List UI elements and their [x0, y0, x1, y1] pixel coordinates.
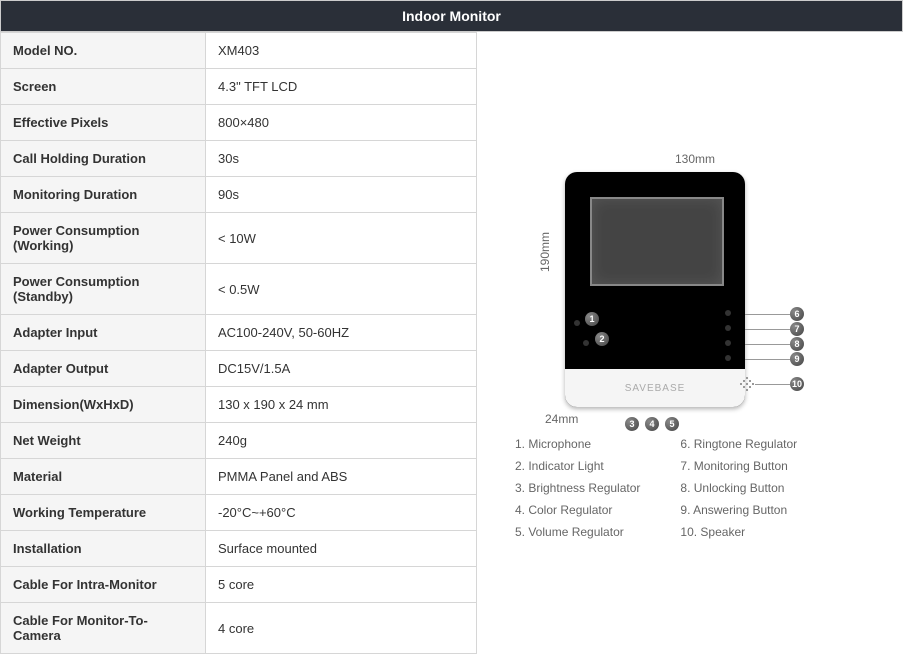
spec-label: Dimension(WxHxD) [1, 387, 206, 423]
table-row: Dimension(WxHxD)130 x 190 x 24 mm [1, 387, 477, 423]
table-row: InstallationSurface mounted [1, 531, 477, 567]
spec-value: 30s [206, 141, 477, 177]
spec-value: PMMA Panel and ABS [206, 459, 477, 495]
table-row: Call Holding Duration30s [1, 141, 477, 177]
callout-9: 9 [790, 352, 804, 366]
callout-6: 6 [790, 307, 804, 321]
spec-label: Net Weight [1, 423, 206, 459]
legend-item: 4. Color Regulator [515, 503, 640, 517]
legend-item: 2. Indicator Light [515, 459, 640, 473]
device-dot [574, 320, 580, 326]
legend-item: 5. Volume Regulator [515, 525, 640, 539]
legend-item: 10. Speaker [680, 525, 797, 539]
spec-label: Power Consumption (Working) [1, 213, 206, 264]
spec-label: Adapter Input [1, 315, 206, 351]
spec-label: Monitoring Duration [1, 177, 206, 213]
spec-value: 5 core [206, 567, 477, 603]
legend-item: 1. Microphone [515, 437, 640, 451]
spec-label: Power Consumption (Standby) [1, 264, 206, 315]
table-row: Adapter InputAC100-240V, 50-60HZ [1, 315, 477, 351]
table-row: Cable For Monitor-To-Camera4 core [1, 603, 477, 654]
spec-value: 90s [206, 177, 477, 213]
legend-item: 7. Monitoring Button [680, 459, 797, 473]
callout-7: 7 [790, 322, 804, 336]
legend: 1. Microphone 2. Indicator Light 3. Bright… [515, 437, 895, 539]
callout-4: 4 [645, 417, 659, 431]
device-body: 1 2 SAVEBASE [565, 172, 745, 407]
spec-table: Model NO.XM403Screen4.3" TFT LCDEffectiv… [0, 32, 477, 654]
callout-line [755, 384, 790, 385]
spec-value: < 10W [206, 213, 477, 264]
table-row: Adapter OutputDC15V/1.5A [1, 351, 477, 387]
spec-value: AC100-240V, 50-60HZ [206, 315, 477, 351]
callout-8: 8 [790, 337, 804, 351]
dimension-height-label: 190mm [538, 232, 552, 272]
spec-label: Adapter Output [1, 351, 206, 387]
spec-value: 4 core [206, 603, 477, 654]
table-row: MaterialPMMA Panel and ABS [1, 459, 477, 495]
callout-3: 3 [625, 417, 639, 431]
callout-line [745, 359, 790, 360]
table-row: Power Consumption (Standby)< 0.5W [1, 264, 477, 315]
legend-item: 8. Unlocking Button [680, 481, 797, 495]
spec-value: 800×480 [206, 105, 477, 141]
spec-label: Effective Pixels [1, 105, 206, 141]
spec-label: Cable For Intra-Monitor [1, 567, 206, 603]
table-row: Cable For Intra-Monitor5 core [1, 567, 477, 603]
spec-label: Working Temperature [1, 495, 206, 531]
spec-label: Screen [1, 69, 206, 105]
spec-label: Call Holding Duration [1, 141, 206, 177]
spec-value: 240g [206, 423, 477, 459]
device-dot [725, 310, 731, 316]
device-dot [725, 325, 731, 331]
spec-value: 4.3" TFT LCD [206, 69, 477, 105]
table-row: Effective Pixels800×480 [1, 105, 477, 141]
device-screen [590, 197, 724, 286]
table-row: Monitoring Duration90s [1, 177, 477, 213]
callout-line [745, 329, 790, 330]
content-row: Model NO.XM403Screen4.3" TFT LCDEffectiv… [0, 32, 903, 654]
callout-1: 1 [585, 312, 599, 326]
speaker-icon [740, 377, 754, 391]
table-row: Model NO.XM403 [1, 33, 477, 69]
legend-item: 6. Ringtone Regulator [680, 437, 797, 451]
spec-value: -20°C~+60°C [206, 495, 477, 531]
device-dot [583, 340, 589, 346]
callout-line [745, 344, 790, 345]
watermark-text: SAVEBASE [625, 383, 686, 394]
spec-value: 130 x 190 x 24 mm [206, 387, 477, 423]
device-dot [725, 340, 731, 346]
spec-value: Surface mounted [206, 531, 477, 567]
spec-label: Model NO. [1, 33, 206, 69]
spec-value: < 0.5W [206, 264, 477, 315]
spec-value: DC15V/1.5A [206, 351, 477, 387]
table-row: Working Temperature-20°C~+60°C [1, 495, 477, 531]
legend-item: 3. Brightness Regulator [515, 481, 640, 495]
device-dot [725, 355, 731, 361]
dimension-width-label: 130mm [620, 152, 770, 166]
device-bottom-panel: SAVEBASE [565, 369, 745, 407]
spec-label: Cable For Monitor-To-Camera [1, 603, 206, 654]
callout-5: 5 [665, 417, 679, 431]
callout-2: 2 [595, 332, 609, 346]
legend-col-right: 6. Ringtone Regulator 7. Monitoring Butto… [680, 437, 797, 539]
callout-line [745, 314, 790, 315]
dimension-depth-label: 24mm [545, 412, 578, 426]
table-row: Net Weight240g [1, 423, 477, 459]
spec-label: Installation [1, 531, 206, 567]
spec-label: Material [1, 459, 206, 495]
diagram-area: 130mm 190mm 24mm 1 2 SAVEBASE [477, 32, 903, 654]
spec-value: XM403 [206, 33, 477, 69]
table-row: Screen4.3" TFT LCD [1, 69, 477, 105]
legend-item: 9. Answering Button [680, 503, 797, 517]
legend-col-left: 1. Microphone 2. Indicator Light 3. Bright… [515, 437, 640, 539]
section-header: Indoor Monitor [0, 0, 903, 32]
callout-10: 10 [790, 377, 804, 391]
table-row: Power Consumption (Working)< 10W [1, 213, 477, 264]
